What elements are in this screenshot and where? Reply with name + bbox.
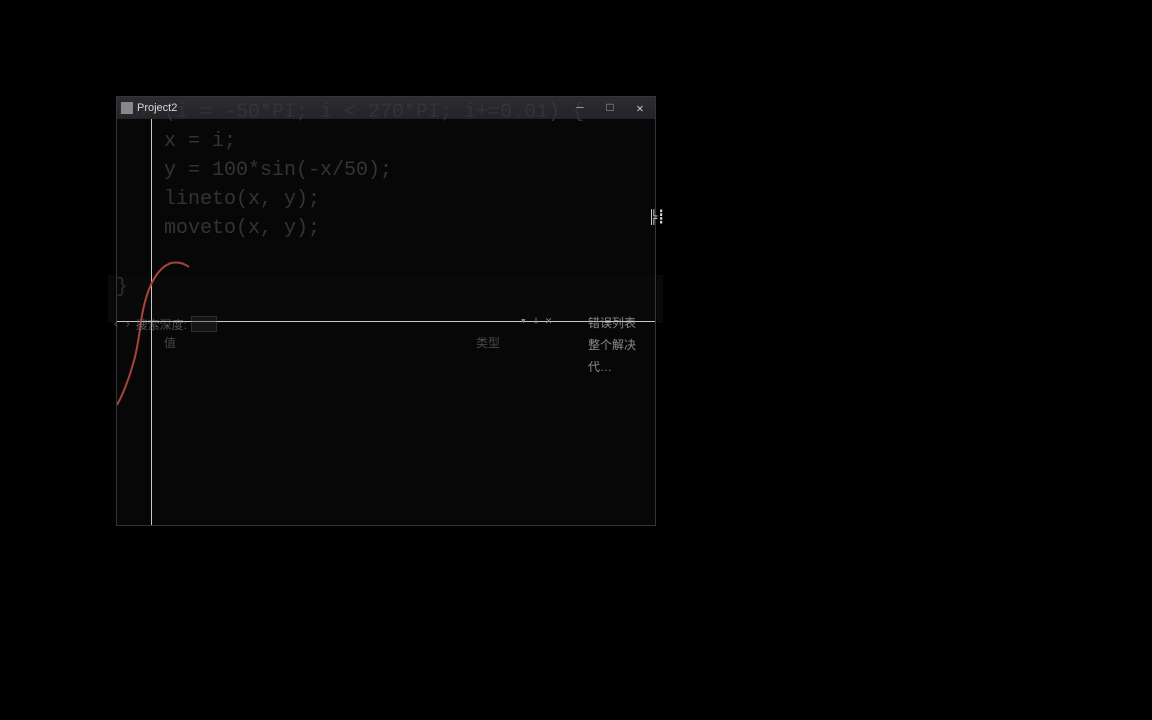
watch-grid-header: 值 类型 — [108, 334, 663, 351]
watch-panel: ‹ › 搜索深度: 值 类型 — [108, 314, 663, 374]
maximize-button[interactable]: □ — [595, 97, 625, 119]
nav-back-icon[interactable]: ‹ — [112, 317, 120, 332]
window-icon — [121, 102, 133, 114]
close-button[interactable]: ✕ — [625, 97, 655, 119]
error-code-col: 代… — [588, 356, 660, 378]
error-list-title[interactable]: 错误列表 — [588, 312, 660, 334]
error-scope-label[interactable]: 整个解决 — [588, 334, 660, 356]
window-title: Project2 — [137, 102, 177, 114]
error-list-panel: 错误列表 整个解决 代… — [588, 312, 660, 378]
graphics-output-window[interactable]: Project2 ─ □ ✕ — [116, 96, 656, 526]
search-depth-label: 搜索深度: — [136, 316, 187, 333]
col-header-type: 类型 — [476, 334, 500, 351]
minimize-button[interactable]: ─ — [565, 97, 595, 119]
window-titlebar[interactable]: Project2 ─ □ ✕ — [117, 97, 655, 119]
col-header-value: 值 — [164, 334, 176, 351]
nav-forward-icon[interactable]: › — [124, 317, 132, 332]
search-depth-input[interactable] — [191, 316, 217, 332]
